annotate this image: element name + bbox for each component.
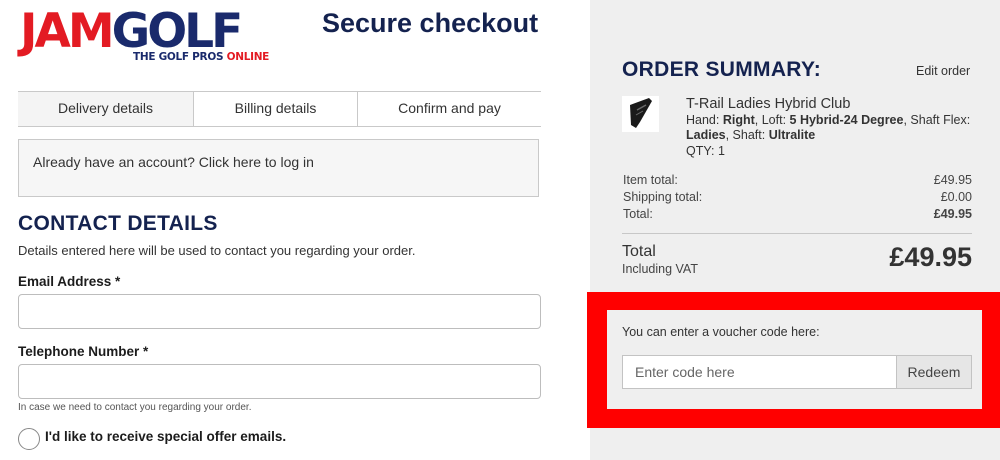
voucher-prompt: You can enter a voucher code here: <box>622 325 820 339</box>
total-row: Total: £49.95 <box>623 207 972 221</box>
telephone-label: Telephone Number * <box>18 344 149 359</box>
jamgolf-logo[interactable]: JAMGOLF THE GOLF PROS ONLINE <box>20 6 269 66</box>
order-summary-title: ORDER SUMMARY: <box>622 58 822 81</box>
shipping-total-label: Shipping total: <box>623 190 703 204</box>
special-offers-label[interactable]: I'd like to receive special offer emails… <box>45 429 286 444</box>
shipping-total-value: £0.00 <box>940 190 972 204</box>
voucher-code-input[interactable]: Enter code here <box>622 355 896 389</box>
product-options: Hand: Right, Loft: 5 Hybrid-24 Degree, S… <box>686 113 971 142</box>
email-label: Email Address * <box>18 274 121 289</box>
grand-total-label: Total <box>622 243 656 260</box>
edit-order-link[interactable]: Edit order <box>916 64 970 78</box>
item-total-label: Item total: <box>623 173 678 187</box>
checkout-form-panel: JAMGOLF THE GOLF PROS ONLINE Secure chec… <box>0 0 590 460</box>
golf-club-icon <box>630 98 652 128</box>
item-total-row: Item total: £49.95 <box>623 173 972 187</box>
item-total-value: £49.95 <box>933 173 972 187</box>
contact-details-subtext: Details entered here will be used to con… <box>18 243 416 258</box>
tab-billing-details[interactable]: Billing details <box>194 92 358 126</box>
vat-note: Including VAT <box>622 262 698 276</box>
total-label: Total: <box>623 207 653 221</box>
logo-tagline: THE GOLF PROS ONLINE <box>133 51 270 63</box>
grand-total-amount: £49.95 <box>889 242 972 272</box>
total-value: £49.95 <box>933 207 972 221</box>
product-name[interactable]: T-Rail Ladies Hybrid Club <box>686 96 850 112</box>
telephone-field[interactable] <box>18 364 541 399</box>
summary-divider <box>622 233 972 234</box>
product-thumbnail <box>622 96 659 132</box>
checkout-steps: Delivery details Billing details Confirm… <box>18 91 541 127</box>
redeem-button[interactable]: Redeem <box>896 355 972 389</box>
tab-delivery-details[interactable]: Delivery details <box>18 92 194 126</box>
login-link[interactable]: Already have an account? Click here to l… <box>33 154 314 170</box>
shipping-total-row: Shipping total: £0.00 <box>623 190 972 204</box>
tab-confirm-and-pay[interactable]: Confirm and pay <box>358 92 541 126</box>
contact-details-heading: CONTACT DETAILS <box>18 212 218 235</box>
telephone-hint: In case we need to contact you regarding… <box>18 402 252 413</box>
special-offers-checkbox[interactable] <box>18 428 40 450</box>
login-prompt-box: Already have an account? Click here to l… <box>18 139 539 197</box>
page-title: Secure checkout <box>322 8 539 38</box>
product-quantity: QTY: 1 <box>686 144 725 158</box>
email-field[interactable] <box>18 294 541 329</box>
